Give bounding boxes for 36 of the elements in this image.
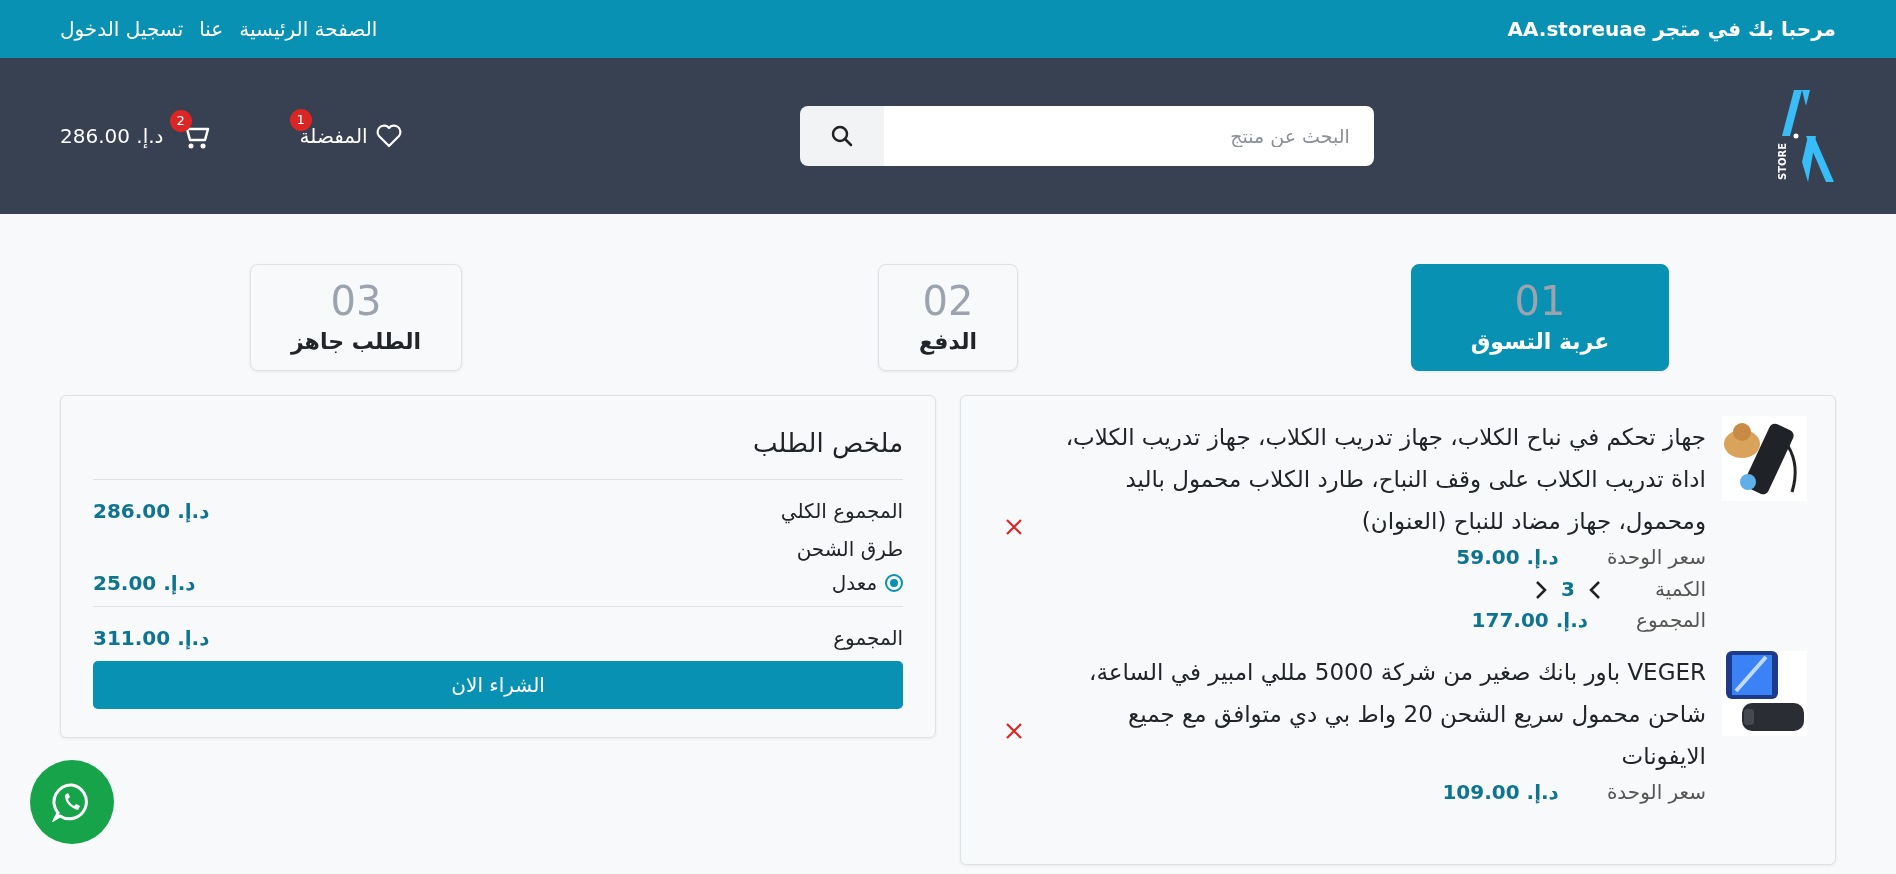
summary-label: المجموع الكلي <box>780 498 904 526</box>
shipping-label: طرق الشحن <box>795 536 904 563</box>
chevron-icon <box>1589 580 1601 600</box>
search-button[interactable] <box>799 106 884 166</box>
price-text: د.إ. 311.00 <box>93 625 210 652</box>
heart-icon <box>375 124 402 148</box>
count-badge: 1 <box>289 109 312 131</box>
nav-link[interactable]: الصفحة الرئيسية <box>239 14 378 44</box>
radio-button[interactable] <box>885 574 904 592</box>
cart-total: د.إ. 286.00 <box>60 123 164 150</box>
price-text: د.إ. 109.00 <box>1442 779 1559 806</box>
price-text: د.إ. 177.00 <box>1471 607 1589 634</box>
welcome-text: مرحبا بك في متجر AA.storeuae <box>1507 16 1836 44</box>
price-text: د.إ. 25.00 <box>93 570 196 597</box>
search-field[interactable]: البحث عن منتج <box>883 106 1374 166</box>
price-text: د.إ. 59.00 <box>1456 544 1559 571</box>
quantity-value: 3 <box>1560 575 1576 603</box>
field-label: سعر الوحدة <box>1606 544 1706 571</box>
count-badge: 2 <box>169 110 192 132</box>
buy-now-button[interactable]: الشراء الان <box>93 661 904 709</box>
close-icon <box>1005 721 1024 740</box>
field-label: الكمية <box>1655 575 1706 603</box>
field-label: سعر الوحدة <box>1606 779 1706 806</box>
nav-link[interactable]: عنا <box>199 14 224 44</box>
logo[interactable]: STORE <box>1772 90 1836 182</box>
close-icon <box>1005 518 1024 536</box>
summary-label: المجموع <box>833 625 904 652</box>
chevron-icon <box>1535 580 1548 600</box>
price-text: د.إ. 286.00 <box>93 498 210 525</box>
summary-title: ملخص الطلب <box>93 424 904 480</box>
product-title: جهاز تحكم في نباح الكلاب، جهاز تدريب الكلاب، جهاز تدريب الكلاب، اداة تدريب الكلاب على وقف النباح، طارد الكلاب محمول باليد ومحمول، جهاز مضاد للنباح (العنوان) <box>1064 423 1706 537</box>
nav-link[interactable]: تسجيل الدخول <box>60 14 184 44</box>
search-icon <box>830 125 853 147</box>
option-label: معدل <box>831 570 878 597</box>
field-label: المجموع <box>1636 607 1706 634</box>
product-title: VEGER باور بانك صغير من شركة 5000 مللي امبير في الساعة، شاحن محمول سريع الشحن 20 واط بي دي متوافق مع جميع الايفونات <box>1088 658 1706 772</box>
